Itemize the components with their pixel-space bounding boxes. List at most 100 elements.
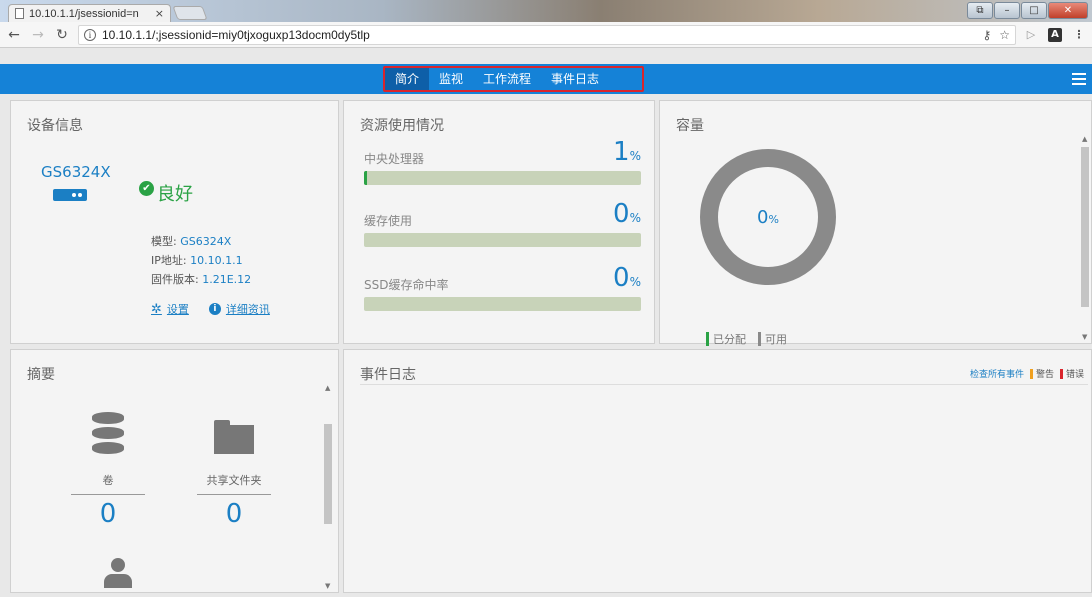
database-icon	[92, 412, 124, 456]
page-icon	[15, 8, 24, 19]
scroll-down-icon[interactable]: ▼	[1082, 333, 1087, 341]
scroll-up-icon[interactable]: ▲	[325, 384, 330, 392]
cpu-label: 中央处理器	[364, 152, 425, 166]
firmware-value: 1.21E.12	[202, 273, 252, 286]
event-log-divider	[360, 384, 1088, 385]
gear-icon: ✲	[151, 301, 162, 317]
pdf-icon[interactable]: A	[1048, 27, 1062, 42]
shares-count: 0	[225, 499, 243, 529]
summary-scrollbar[interactable]: ▲ ▼	[324, 384, 332, 590]
star-icon[interactable]: ☆	[999, 28, 1010, 42]
panel-title: 资源使用情况	[360, 118, 444, 134]
ssd-progress-bar	[364, 297, 641, 311]
device-status: 良好	[157, 184, 193, 205]
check-circle-icon: ✔	[139, 181, 154, 196]
tab-overview[interactable]: 简介	[385, 68, 430, 90]
scroll-thumb[interactable]	[1081, 147, 1089, 307]
cache-label: 缓存使用	[364, 214, 413, 228]
address-bar: ← → ↻ i 10.10.1.1/;jsessionid=miy0tjxogu…	[0, 22, 1092, 48]
tab-workflow[interactable]: 工作流程	[473, 68, 541, 90]
play-icon[interactable]: ▷	[1024, 28, 1038, 42]
tab-close-icon[interactable]: ×	[155, 7, 164, 20]
device-model-name: GS6324X	[41, 163, 111, 181]
error-filter[interactable]: 错误	[1066, 367, 1084, 380]
app-nav-bar: 简介 监视 工作流程 事件日志	[0, 64, 1092, 94]
model-label: 模型:	[151, 235, 181, 248]
menu-icon[interactable]: ⋮	[1072, 28, 1086, 42]
scroll-thumb[interactable]	[324, 424, 332, 524]
scroll-up-icon[interactable]: ▲	[1082, 135, 1087, 143]
firmware-row: 固件版本: 1.21E.12	[151, 271, 251, 287]
capacity-donut-chart: 0%	[700, 149, 836, 285]
shares-label: 共享文件夹	[197, 472, 271, 495]
cpu-value: 1%	[613, 137, 641, 167]
switch-icon	[53, 189, 87, 201]
ssd-value: 0%	[613, 263, 641, 293]
warning-swatch	[1029, 368, 1033, 379]
window-controls: ⧉ – □ ✕	[967, 2, 1088, 19]
back-icon[interactable]: ←	[6, 27, 22, 43]
event-log-panel: 事件日志 检查所有事件 警告 错误	[343, 349, 1092, 593]
cpu-progress-bar	[364, 171, 641, 185]
maximize-icon[interactable]: □	[1021, 2, 1047, 19]
model-row: 模型: GS6324X	[151, 233, 231, 249]
tab-monitor[interactable]: 监视	[429, 68, 473, 90]
capacity-scrollbar[interactable]: ▲ ▼	[1081, 135, 1089, 341]
model-value: GS6324X	[180, 235, 232, 248]
details-link[interactable]: i 详细资讯	[208, 301, 270, 317]
reload-icon[interactable]: ↻	[54, 27, 70, 43]
cache-progress-bar	[364, 233, 641, 247]
shared-folders-summary[interactable]: 共享文件夹 0	[197, 412, 271, 529]
browser-titlebar: 10.10.1.1/jsessionid=n × ⧉ – □ ✕	[0, 0, 1092, 22]
summary-panel: 摘要 卷 0 共享文件夹 0 ▲ ▼	[10, 349, 339, 593]
info-circle-icon: i	[208, 303, 221, 315]
cpu-usage-row: 中央处理器 1%	[364, 137, 641, 185]
resource-usage-panel: 资源使用情况 中央处理器 1% 缓存使用 0% SSD缓存命中率 0%	[343, 100, 655, 344]
scroll-down-icon[interactable]: ▼	[325, 582, 330, 590]
volumes-label: 卷	[71, 472, 145, 495]
panel-title: 设备信息	[27, 118, 83, 134]
restore-icon[interactable]: ⧉	[967, 2, 993, 19]
ssd-hit-row: SSD缓存命中率 0%	[364, 263, 641, 311]
details-link-label: 详细资讯	[225, 303, 270, 316]
hamburger-menu-icon[interactable]	[1072, 73, 1086, 85]
device-info-panel: 设备信息 GS6324X ✔ 良好 模型: GS6324X IP地址: 10.1…	[10, 100, 339, 344]
info-icon[interactable]: i	[84, 28, 96, 41]
legend-allocated: 已分配	[706, 331, 746, 347]
window-close-icon[interactable]: ✕	[1048, 2, 1088, 19]
view-all-events-link[interactable]: 检查所有事件	[970, 367, 1024, 380]
volumes-count: 0	[99, 499, 117, 529]
volumes-summary[interactable]: 卷 0	[71, 412, 145, 529]
user-icon	[103, 558, 133, 588]
key-icon[interactable]: ⚷	[982, 28, 991, 42]
capacity-panel: 容量 0% 已分配 可用 ▲ ▼	[659, 100, 1092, 347]
minimize-icon[interactable]: –	[994, 2, 1020, 19]
event-filters: 检查所有事件 警告 错误	[970, 367, 1087, 380]
firmware-label: 固件版本:	[151, 273, 203, 286]
url-input[interactable]: i 10.10.1.1/;jsessionid=miy0tjxoguxp13do…	[78, 24, 1016, 45]
cache-value: 0%	[613, 199, 641, 229]
cache-usage-row: 缓存使用 0%	[364, 199, 641, 247]
forward-icon[interactable]: →	[30, 27, 46, 43]
ssd-label: SSD缓存命中率	[364, 278, 449, 292]
device-links: ✲ 设置 i 详细资讯	[151, 301, 270, 317]
panel-title: 摘要	[27, 367, 55, 383]
ip-label: IP地址:	[151, 254, 191, 267]
tab-event-log[interactable]: 事件日志	[541, 68, 609, 90]
settings-link[interactable]: ✲ 设置	[151, 301, 189, 317]
ip-row: IP地址: 10.10.1.1	[151, 252, 243, 268]
main-nav: 简介 监视 工作流程 事件日志	[383, 66, 644, 92]
tab-title: 10.10.1.1/jsessionid=n	[29, 7, 139, 20]
legend-available: 可用	[758, 331, 787, 347]
settings-link-label: 设置	[166, 303, 189, 316]
new-tab-button[interactable]	[172, 6, 208, 20]
ip-value: 10.10.1.1	[190, 254, 243, 267]
error-swatch	[1059, 368, 1063, 379]
panel-title: 容量	[676, 118, 704, 134]
folder-icon	[214, 420, 254, 454]
capacity-legend: 已分配 可用	[706, 331, 787, 347]
capacity-value: 0%	[757, 207, 779, 228]
browser-tab[interactable]: 10.10.1.1/jsessionid=n ×	[8, 4, 171, 22]
url-text: 10.10.1.1/;jsessionid=miy0tjxoguxp13docm…	[102, 27, 370, 42]
warning-filter[interactable]: 警告	[1036, 367, 1054, 380]
